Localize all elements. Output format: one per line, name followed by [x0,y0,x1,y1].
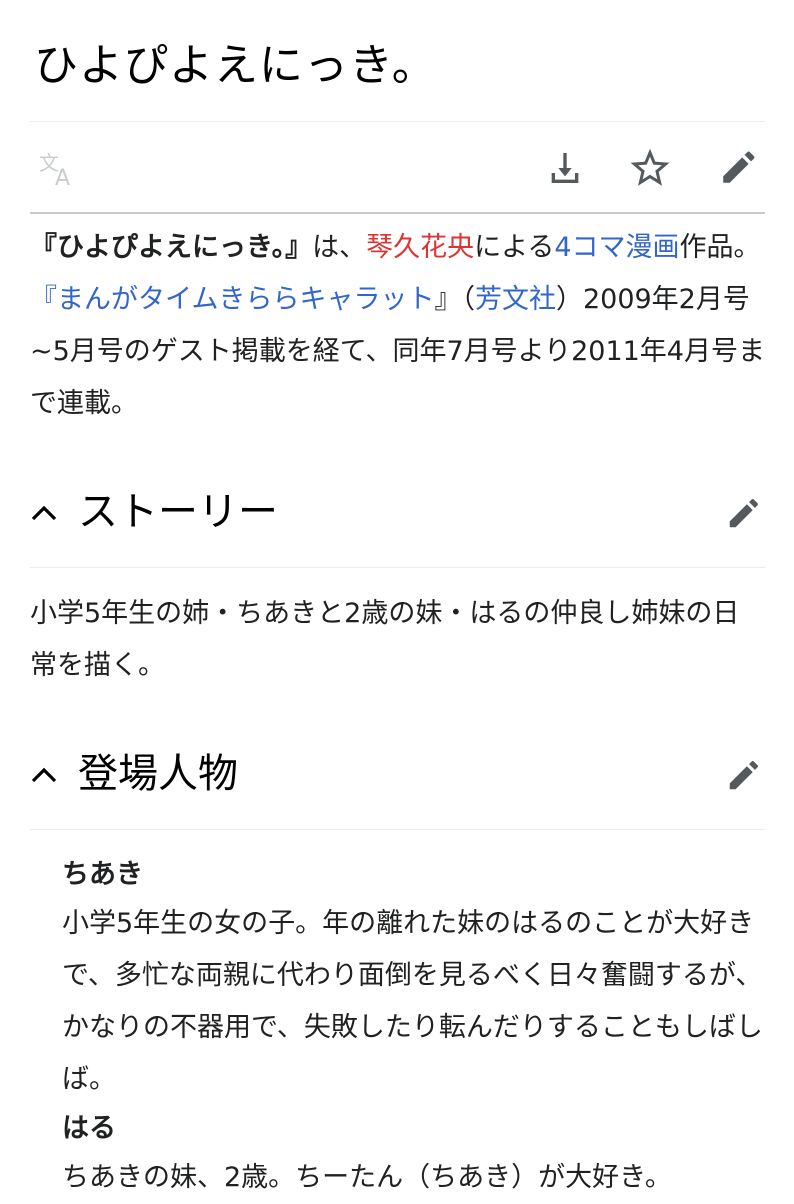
download-icon[interactable] [545,148,585,188]
character-list: ちあき 小学5年生の女の子。年の離れた妹のはるのことが大好きで、多忙な両親に代わ… [62,852,765,1204]
pencil-icon[interactable] [718,146,760,188]
translate-icon[interactable]: 文 A [38,150,78,188]
toolbar-divider [30,212,765,214]
character-name: はる [62,1113,116,1144]
section-divider [30,829,765,830]
lead-text: は、 [312,232,367,263]
lead-paragraph: 『ひよぴよえにっき。』は、琴久花央による4コマ漫画作品。『まんがタイムきららキャ… [30,222,765,430]
character-description: 小学5年生の女の子。年の離れた妹のはるのことが大好きで、多忙な両親に代わり面倒を… [62,908,763,1095]
bold-title: 『ひよぴよえにっき。』 [30,232,313,263]
pencil-icon[interactable] [725,756,763,794]
chevron-up-icon[interactable] [30,500,58,528]
author-redlink[interactable]: 琴久花央 [366,232,474,263]
character-description: ちあきの妹、2歳。ちーたん（ちあき）が大好き。 [62,1162,672,1193]
story-paragraph: 小学5年生の姉・ちあきと2歳の妹・はるの仲良し姉妹の日常を描く。 [30,598,740,681]
section-title: ストーリー [78,489,278,535]
section-divider [30,567,765,568]
svg-text:A: A [55,166,70,188]
magazine-link[interactable]: 『まんがタイムきららキャラット [30,284,434,315]
chevron-up-icon[interactable] [30,762,58,790]
page-title: ひよぴよえにっき。 [34,40,437,91]
section-header-story[interactable]: ストーリー [30,482,765,552]
genre-link[interactable]: 4コマ漫画 [554,232,679,263]
section-title: 登場人物 [78,751,238,797]
character-name: ちあき [62,859,143,890]
pencil-icon[interactable] [725,494,763,532]
lead-text: 』（ [434,284,475,315]
publisher-link[interactable]: 芳文社 [475,284,556,315]
lead-text: 作品。 [679,232,761,263]
page-actions-toolbar: 文 A [30,122,765,212]
section-header-characters[interactable]: 登場人物 [30,744,765,814]
lead-text: による [474,232,555,263]
star-icon[interactable] [630,148,670,188]
